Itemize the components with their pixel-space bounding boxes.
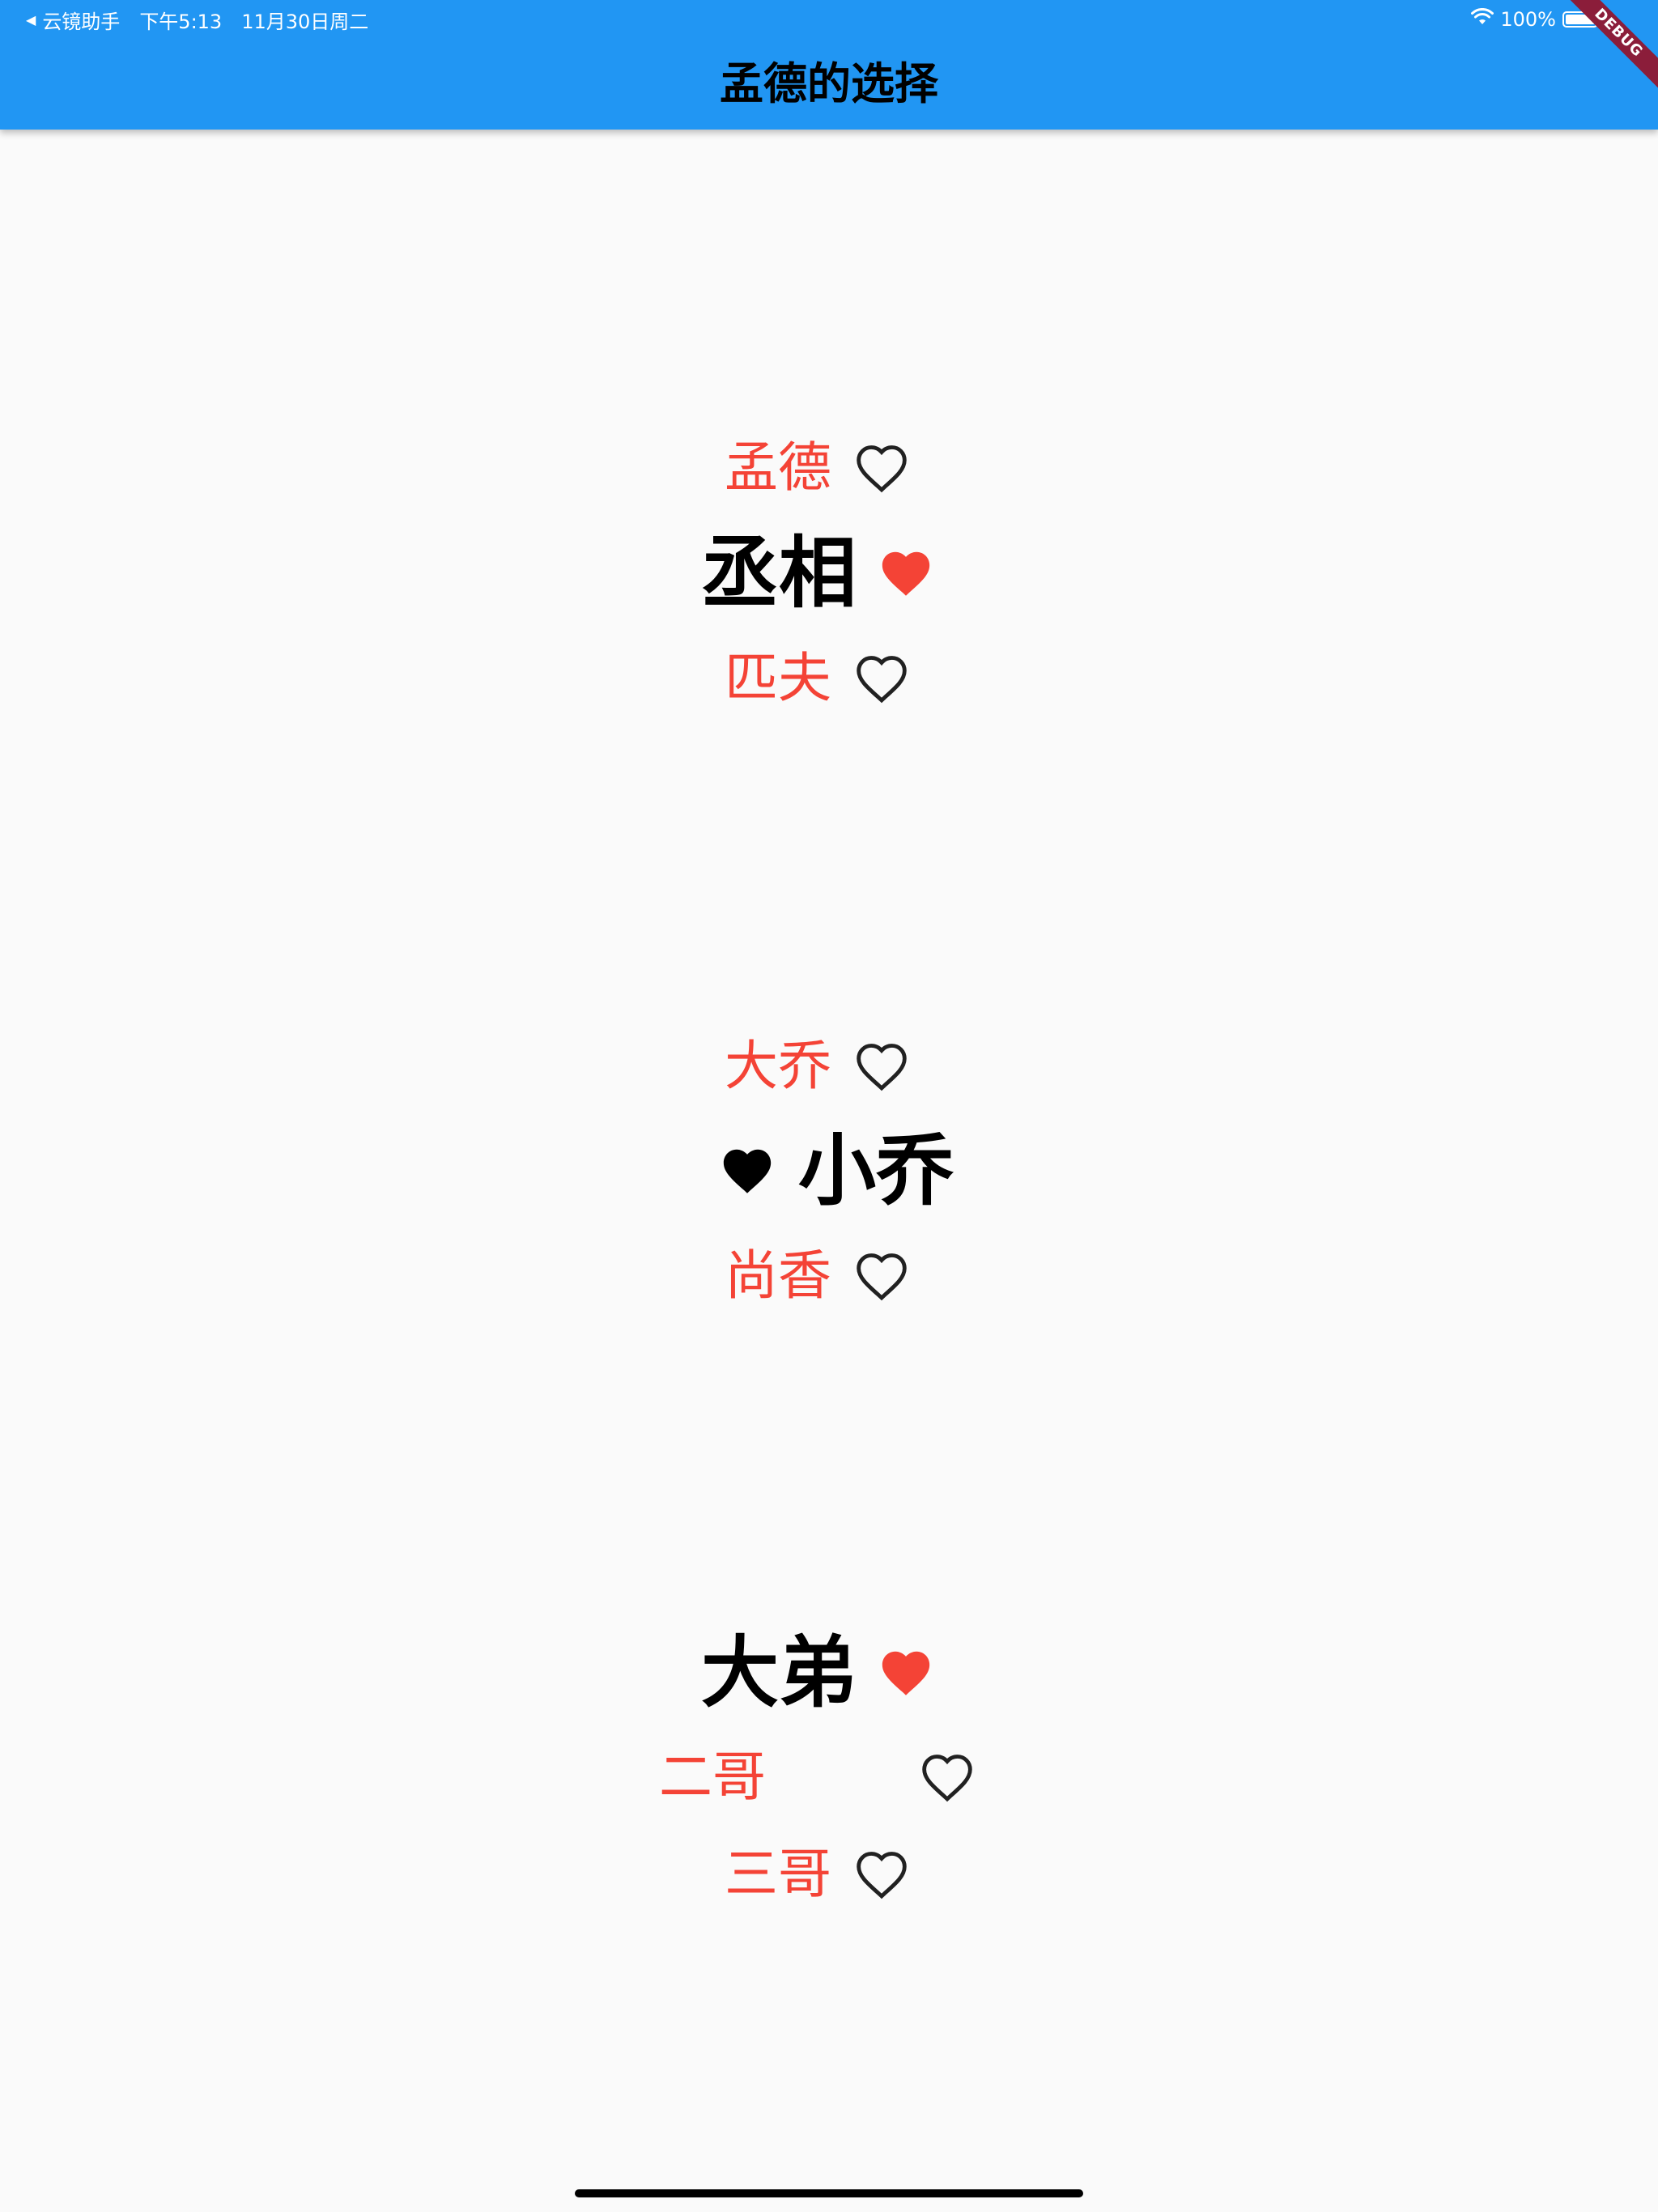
battery-percent: 100% — [1500, 8, 1556, 31]
list-item-chengxiang[interactable]: 丞相 — [701, 525, 934, 622]
page-title: 孟德的选择 — [720, 58, 938, 109]
heart-outline-icon[interactable] — [854, 1848, 909, 1900]
item-label-selected: 大弟 — [701, 1627, 857, 1718]
list-item-shangxiang[interactable]: 尚香 — [725, 1242, 909, 1310]
list-item-sange[interactable]: 三哥 — [725, 1840, 909, 1908]
heart-outline-icon[interactable] — [920, 1751, 975, 1803]
item-label: 三哥 — [725, 1843, 831, 1905]
back-arrow-icon[interactable]: ◀ — [26, 12, 36, 28]
list-item-mengde[interactable]: 孟德 — [725, 434, 909, 502]
wifi-icon — [1471, 7, 1494, 31]
item-label: 二哥 — [659, 1746, 766, 1808]
home-indicator[interactable] — [575, 2189, 1083, 2197]
heart-filled-icon[interactable] — [878, 1646, 934, 1699]
heart-outline-icon[interactable] — [854, 1040, 909, 1092]
heart-filled-icon[interactable] — [719, 1144, 776, 1197]
list-item-xiaoqiao[interactable]: 小乔 — [719, 1122, 954, 1219]
list-item-pifu[interactable]: 匹夫 — [725, 644, 909, 713]
item-label-selected: 小乔 — [798, 1125, 954, 1216]
status-date: 11月30日周二 — [241, 10, 369, 33]
item-label: 孟德 — [725, 436, 831, 499]
app-bar: ◀ 云镜助手 下午5:13 11月30日周二 100% 孟德的选择 DEBUG — [0, 0, 1658, 130]
item-label: 尚香 — [725, 1244, 831, 1307]
item-label: 匹夫 — [725, 647, 831, 709]
item-label: 大乔 — [725, 1035, 831, 1097]
status-time: 下午5:13 — [139, 10, 223, 33]
item-label-selected: 丞相 — [701, 528, 857, 619]
back-app-label[interactable]: 云镜助手 — [42, 6, 120, 34]
list-item-erge[interactable]: 二哥 — [659, 1743, 975, 1811]
list-item-daqiao[interactable]: 大乔 — [725, 1032, 909, 1100]
heart-outline-icon[interactable] — [854, 442, 909, 494]
heart-outline-icon[interactable] — [854, 1250, 909, 1302]
status-bar-left: ◀ 云镜助手 下午5:13 11月30日周二 — [26, 5, 368, 34]
heart-filled-icon[interactable] — [878, 547, 934, 600]
list-item-dadi[interactable]: 大弟 — [701, 1624, 934, 1721]
heart-outline-icon[interactable] — [854, 653, 909, 704]
